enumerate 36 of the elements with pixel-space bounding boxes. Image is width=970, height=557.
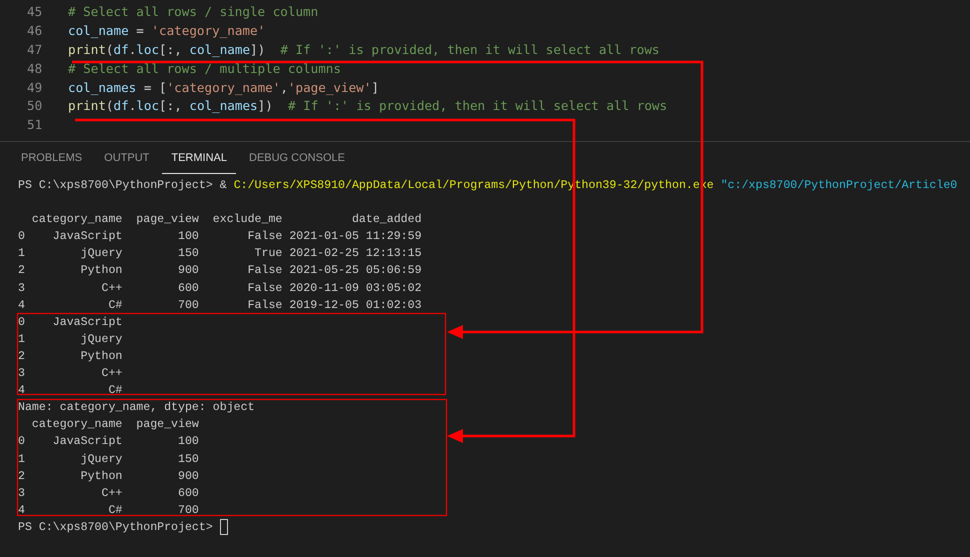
terminal-output-line: 1 jQuery	[18, 332, 124, 348]
line-number: 51	[27, 116, 44, 134]
line-number: 48	[27, 60, 44, 78]
panel-tab[interactable]: PROBLEMS	[12, 142, 92, 174]
terminal-output-line: 3 C++ 600 False 2020-11-09 03:05:02	[18, 280, 423, 297]
terminal-output-line: 2 Python	[18, 348, 124, 365]
terminal-prompt: PS C:\xps8700\PythonProject>	[18, 520, 214, 536]
line-number: 49	[27, 78, 44, 97]
terminal-output-line: 0 JavaScript 100	[18, 434, 200, 450]
terminal-output-line: category_name page_view	[30, 417, 200, 434]
terminal-output-line: 0 JavaScript	[18, 314, 124, 331]
terminal-output-line: 3 C++	[18, 366, 124, 382]
terminal-output-line: 0 JavaScript 100 False 2021-01-05 11:29:59	[18, 229, 423, 246]
code-line: print(df.loc[:, col_names]) # If ':' is provided, then it will select all rows	[68, 97, 668, 116]
terminal-output-line: 4 C# 700 False 2019-12-05 01:02:03	[18, 298, 423, 314]
line-number: 50	[27, 97, 44, 116]
terminal-output-line: category_name page_view exclude_me date_added	[30, 212, 423, 228]
terminal-output-line: 1 jQuery 150 True 2021-02-25 12:13:15	[18, 246, 423, 262]
terminal-output-line: 4 C# 700	[18, 502, 200, 519]
code-line: col_names = ['category_name','page_view']	[68, 78, 379, 97]
terminal-output-line: 2 Python 900 False 2021-05-25 05:06:59	[18, 263, 423, 280]
code-line: col_name = 'category_name'	[68, 22, 266, 40]
terminal-output-line: 4 C#	[18, 383, 124, 400]
terminal-output-line: 1 jQuery 150	[18, 452, 200, 468]
terminal-output-line: 2 Python 900	[18, 468, 200, 485]
terminal-output-line: Name: category_name, dtype: object	[18, 400, 256, 416]
line-number: 47	[27, 40, 44, 59]
code-line: # Select all rows / multiple columns	[68, 60, 341, 78]
line-number: 46	[27, 22, 44, 40]
code-line: # Select all rows / single column	[68, 3, 318, 21]
code-line: print(df.loc[:, col_name]) # If ':' is provided, then it will select all rows	[68, 40, 660, 59]
panel-tab[interactable]: DEBUG CONSOLE	[240, 142, 354, 174]
terminal-output-line: 3 C++ 600	[18, 486, 200, 502]
line-number: 45	[27, 3, 44, 21]
panel-tab[interactable]: TERMINAL	[162, 142, 236, 174]
panel-tab[interactable]: OUTPUT	[95, 142, 158, 174]
